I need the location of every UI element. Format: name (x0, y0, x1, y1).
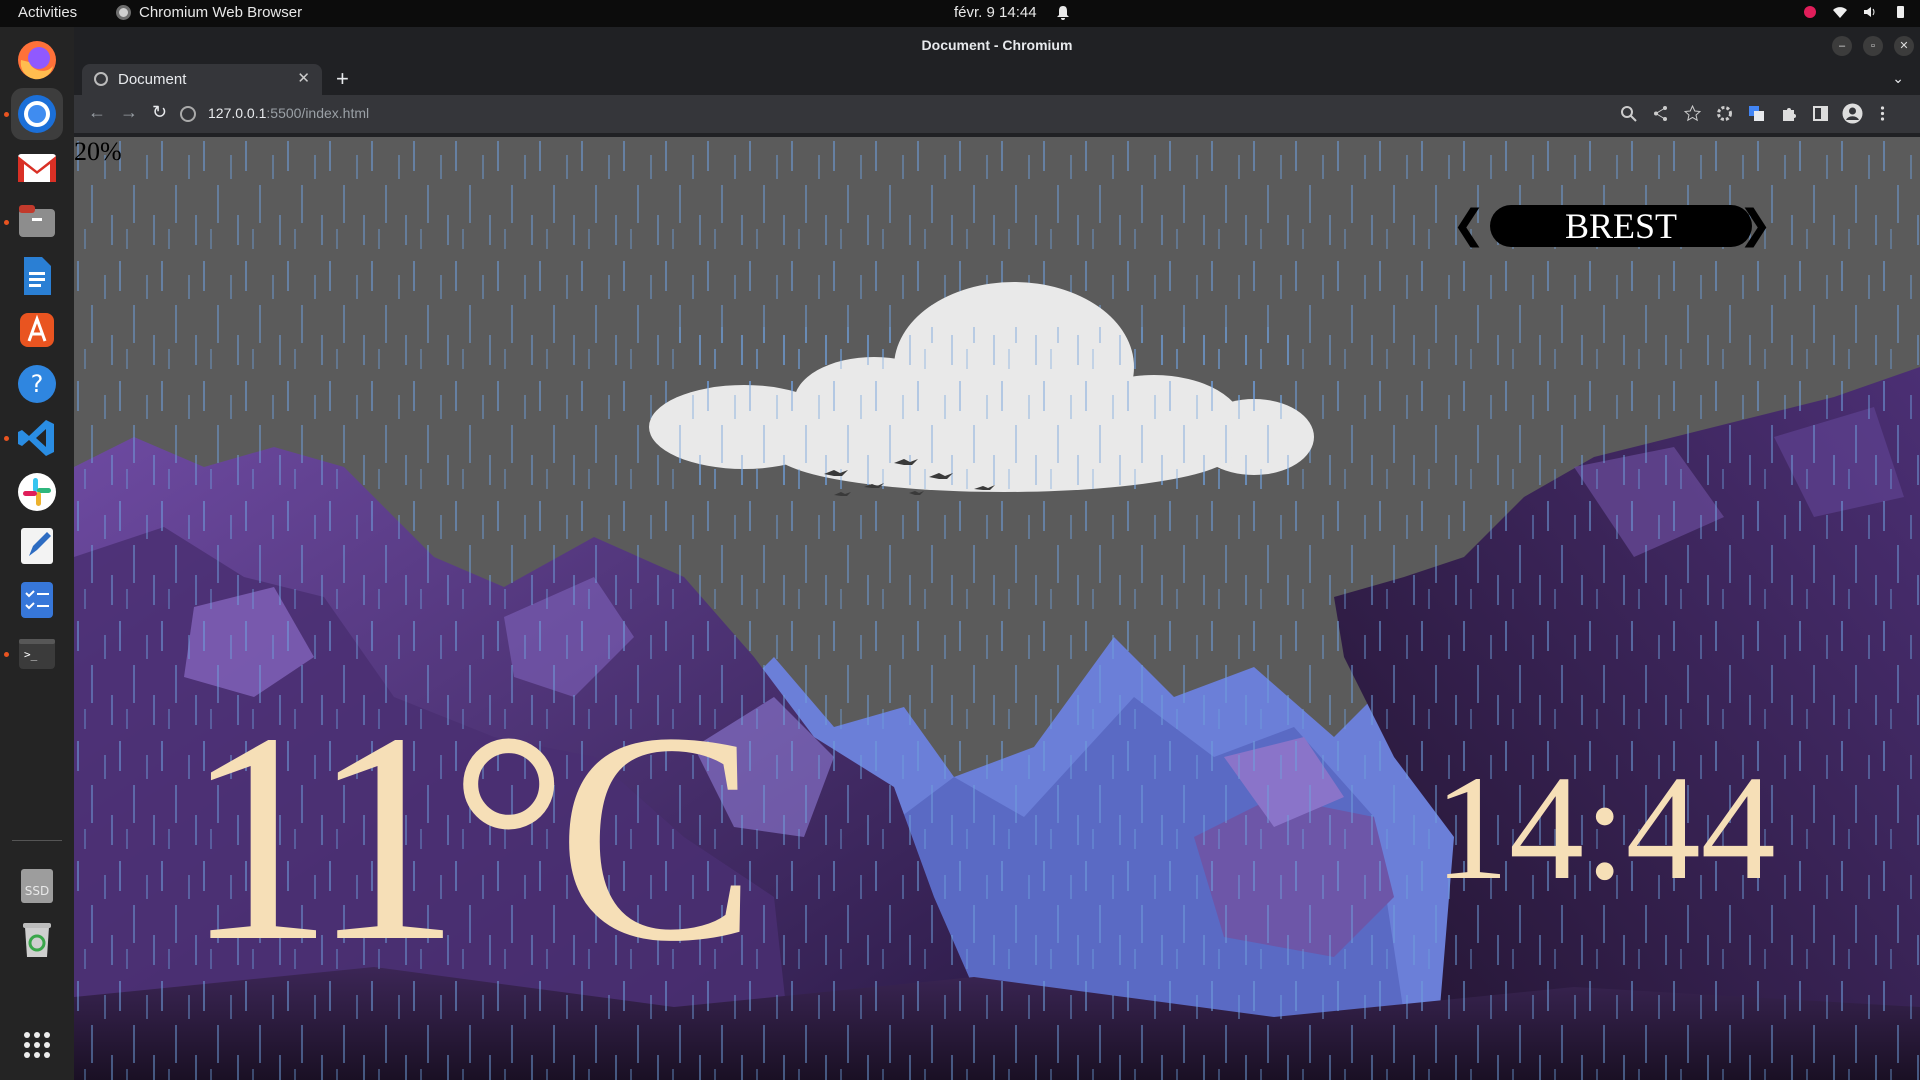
chromium-icon[interactable] (11, 88, 63, 140)
app-menu[interactable]: Chromium Web Browser (116, 4, 302, 21)
terminal-icon[interactable]: >_ (11, 628, 63, 680)
dock: ? >_ SSD (0, 27, 74, 1080)
url-text[interactable]: 127.0.0.1:5500/index.html (208, 105, 369, 121)
bookmark-star-icon[interactable] (1684, 105, 1701, 122)
forward-button[interactable]: → (120, 102, 138, 123)
share-icon[interactable] (1652, 105, 1669, 122)
tab-search-chevron-icon[interactable]: ⌄ (1892, 70, 1904, 87)
ssd-drive-icon[interactable]: SSD (11, 859, 63, 911)
notification-bell-icon[interactable] (1056, 5, 1070, 20)
maximize-button[interactable]: ▫ (1863, 36, 1883, 56)
chromium-small-icon (116, 5, 131, 20)
browser-toolbar: ← → ↻ 127.0.0.1:5500/index.html (74, 95, 1920, 133)
menu-kebab-icon[interactable] (1874, 105, 1891, 122)
firefox-icon[interactable] (11, 34, 63, 86)
tab-document[interactable]: Document ✕ (82, 64, 322, 95)
site-info-icon[interactable] (180, 106, 196, 122)
reload-button[interactable]: ↻ (152, 102, 167, 123)
extensions-puzzle-icon[interactable] (1780, 105, 1797, 122)
extension-gear-icon[interactable] (1716, 105, 1733, 122)
slack-icon[interactable] (11, 466, 63, 518)
app-menu-label: Chromium Web Browser (139, 4, 303, 21)
previous-city-button[interactable]: ❮ (1452, 203, 1486, 247)
vscode-icon[interactable] (11, 412, 63, 464)
close-window-button[interactable]: ✕ (1894, 36, 1914, 56)
text-editor-icon[interactable] (11, 520, 63, 572)
browser-window: Document - Chromium – ▫ ✕ Document ✕ + ⌄… (74, 27, 1920, 1080)
tab-close-icon[interactable]: ✕ (297, 69, 310, 87)
trash-icon[interactable] (11, 913, 63, 965)
minimize-button[interactable]: – (1832, 36, 1852, 56)
city-name: BREST (1490, 205, 1752, 247)
gmail-icon[interactable] (11, 142, 63, 194)
side-panel-icon[interactable] (1812, 105, 1829, 122)
zoom-icon[interactable] (1620, 105, 1637, 122)
tab-title: Document (118, 71, 187, 88)
window-titlebar[interactable]: Document - Chromium – ▫ ✕ (74, 27, 1920, 64)
globe-icon (94, 72, 108, 86)
ssd-label: SSD (25, 884, 49, 898)
app-center-icon[interactable] (11, 304, 63, 356)
date-time[interactable]: févr. 9 14:44 (954, 4, 1037, 21)
system-top-bar: Activities Chromium Web Browser févr. 9 … (0, 0, 1920, 27)
tab-strip: Document ✕ + ⌄ (74, 64, 1920, 95)
next-city-button[interactable]: ❯ (1738, 203, 1772, 247)
time-display: 14:44 (1434, 745, 1776, 911)
new-tab-button[interactable]: + (336, 66, 349, 92)
address-bar[interactable]: 127.0.0.1:5500/index.html (180, 98, 1300, 130)
svg-text:>_: >_ (24, 648, 38, 661)
translate-icon[interactable] (1748, 105, 1765, 122)
show-apps-icon[interactable] (11, 1019, 63, 1071)
profile-avatar-icon[interactable] (1842, 103, 1863, 124)
system-tray[interactable] (1802, 4, 1908, 20)
window-title: Document - Chromium (921, 37, 1073, 53)
writer-icon[interactable] (11, 250, 63, 302)
svg-text:?: ? (31, 370, 44, 398)
back-button[interactable]: ← (88, 102, 106, 123)
help-icon[interactable]: ? (11, 358, 63, 410)
temperature-display: 11°C (184, 671, 757, 1003)
volume-icon[interactable] (1862, 4, 1878, 20)
page-viewport: 20% ❮ BREST ❯ 11°C 14:44 (74, 137, 1920, 1080)
wifi-icon[interactable] (1832, 4, 1848, 20)
activities-button[interactable]: Activities (18, 4, 77, 21)
files-icon[interactable] (11, 196, 63, 248)
slack-tray-icon[interactable] (1802, 4, 1818, 20)
loading-percentage: 20% (74, 137, 122, 166)
battery-icon[interactable] (1892, 4, 1908, 20)
city-selector: ❮ BREST ❯ (1452, 203, 1772, 249)
todo-icon[interactable] (11, 574, 63, 626)
